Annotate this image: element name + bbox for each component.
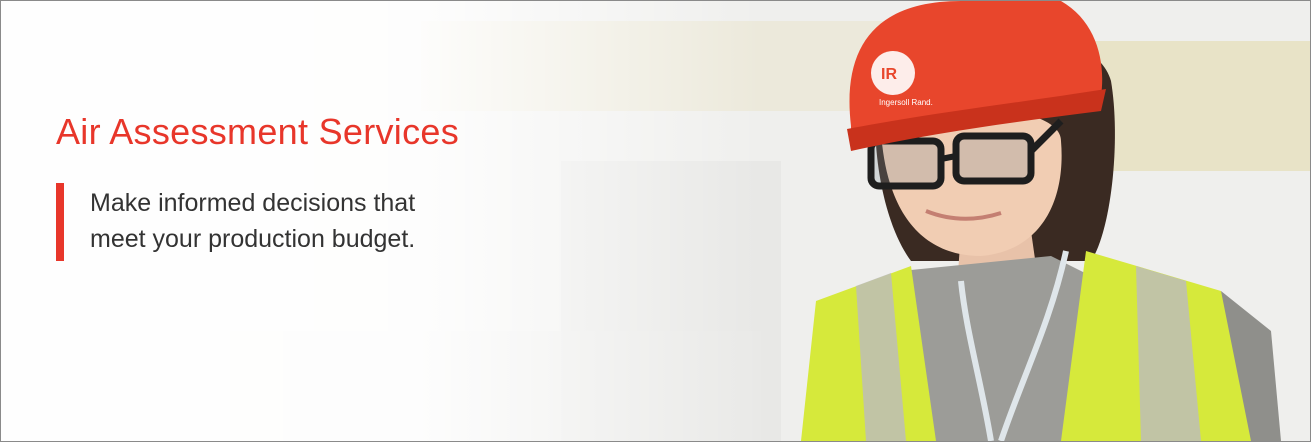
helmet-brand-text: Ingersoll Rand. xyxy=(879,98,933,107)
banner-subtitle: Make informed decisions that meet your p… xyxy=(90,185,650,261)
accent-bar xyxy=(56,183,64,261)
helmet-logo-mark: IR xyxy=(881,66,897,83)
hero-banner: Air Assessment Services Make informed de… xyxy=(0,0,1311,442)
subtitle-line-1: Make informed decisions that xyxy=(90,189,416,217)
subtitle-block: Make informed decisions that meet your p… xyxy=(56,183,650,261)
worker-photo xyxy=(801,1,1281,441)
banner-title: Air Assessment Services xyxy=(56,111,460,152)
helmet-logo: IR Ingersoll Rand. xyxy=(879,66,933,107)
subtitle-line-2: meet your production budget. xyxy=(90,225,416,253)
